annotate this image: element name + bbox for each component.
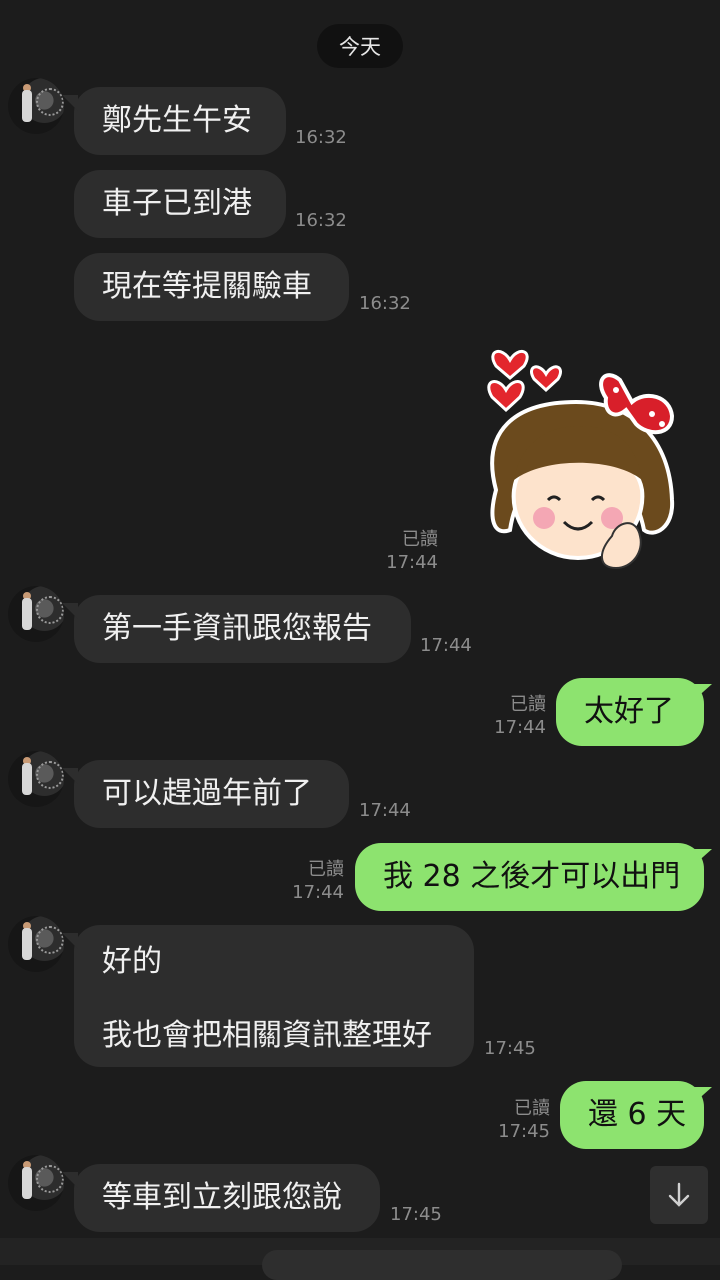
message-time: 17:44: [494, 717, 546, 738]
read-receipt: 已讀: [402, 529, 438, 550]
read-receipt: 已讀: [308, 859, 344, 880]
message-meta: 已讀 17:44: [288, 858, 344, 904]
message-bubble-incoming[interactable]: 車子已到港: [74, 170, 286, 238]
message-text: 等車到立刻跟您說: [102, 1180, 342, 1215]
contact-avatar[interactable]: [8, 586, 64, 642]
message-text-line: 我也會把相關資訊整理好: [102, 1018, 432, 1053]
input-bar: [0, 1238, 720, 1280]
message-text-line: 好的: [102, 944, 162, 979]
message-text: 可以趕過年前了: [102, 776, 312, 811]
message-input[interactable]: [262, 1250, 622, 1280]
message-bubble-outgoing[interactable]: 太好了: [556, 678, 712, 746]
message-bubble-incoming[interactable]: 可以趕過年前了: [74, 760, 349, 828]
message-meta: 已讀 17:44: [380, 528, 438, 574]
message-time: 17:44: [386, 552, 438, 573]
contact-avatar[interactable]: [8, 78, 64, 134]
message-time: 17:45: [390, 1204, 442, 1225]
scroll-to-bottom-button[interactable]: [650, 1166, 708, 1224]
message-bubble-outgoing[interactable]: 我 28 之後才可以出門: [355, 843, 712, 911]
message-bubble-incoming[interactable]: 等車到立刻跟您說: [74, 1164, 380, 1232]
message-text: 鄭先生午安: [102, 103, 252, 138]
read-receipt: 已讀: [510, 694, 546, 715]
contact-avatar[interactable]: [8, 751, 64, 807]
message-time: 17:45: [498, 1121, 550, 1142]
heart-icon: [530, 365, 562, 393]
message-time: 16:32: [359, 293, 411, 314]
contact-avatar[interactable]: [8, 1155, 64, 1211]
message-meta: 已讀 17:44: [490, 693, 546, 739]
message-text: 第一手資訊跟您報告: [102, 611, 372, 646]
heart-icon: [491, 350, 529, 380]
message-text: 太好了: [584, 694, 674, 729]
read-receipt: 已讀: [514, 1098, 550, 1119]
message-time: 17:44: [420, 635, 472, 656]
message-time: 17:44: [359, 800, 411, 821]
message-time: 16:32: [295, 210, 347, 231]
message-text: 我 28 之後才可以出門: [383, 859, 681, 894]
message-bubble-incoming[interactable]: 鄭先生午安: [74, 87, 286, 155]
message-bubble-incoming[interactable]: 好的 我也會把相關資訊整理好: [74, 925, 474, 1067]
message-bubble-incoming[interactable]: 第一手資訊跟您報告: [74, 595, 411, 663]
message-time: 16:32: [295, 127, 347, 148]
message-time: 17:45: [484, 1038, 536, 1059]
message-text: 車子已到港: [102, 186, 252, 221]
message-text: 還 6 天: [588, 1097, 687, 1132]
arrow-down-icon: [668, 1182, 690, 1207]
message-bubble-outgoing[interactable]: 還 6 天: [560, 1081, 712, 1149]
message-meta: 已讀 17:45: [494, 1097, 550, 1143]
message-bubble-incoming[interactable]: 現在等提關驗車: [74, 253, 349, 321]
date-separator: 今天: [317, 24, 403, 68]
message-text: 現在等提關驗車: [102, 269, 312, 304]
heart-icon: [487, 380, 525, 413]
message-time: 17:44: [292, 882, 344, 903]
girl-with-hearts-sticker[interactable]: [466, 340, 684, 572]
contact-avatar[interactable]: [8, 916, 64, 972]
